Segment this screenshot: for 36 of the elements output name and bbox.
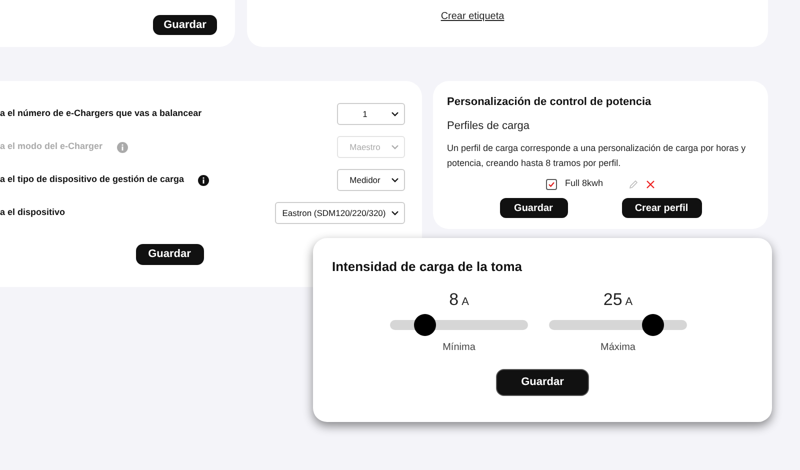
slider-label: Mínima bbox=[442, 341, 476, 355]
select-field[interactable]: Medidor bbox=[337, 169, 405, 191]
save-button[interactable]: Guardar bbox=[500, 198, 568, 218]
field-label: a el tipo de dispositivo de gestión de carga bbox=[0, 173, 184, 186]
chevron-down-icon bbox=[391, 177, 399, 183]
slider-value: 8 bbox=[449, 288, 459, 310]
chevron-down-icon bbox=[391, 111, 399, 117]
save-button[interactable]: Guardar bbox=[153, 15, 217, 35]
profile-name: Full 8kwh bbox=[565, 177, 604, 190]
checkbox[interactable] bbox=[546, 178, 557, 190]
create-profile-button[interactable]: Crear perfil bbox=[622, 198, 702, 218]
slider-label: Máxima bbox=[600, 341, 636, 355]
slider-thumb[interactable] bbox=[642, 314, 664, 336]
section-subtitle: Perfiles de carga bbox=[447, 118, 531, 134]
select-field: Maestro bbox=[337, 136, 405, 158]
info-icon[interactable] bbox=[198, 174, 210, 186]
slider-value: 25 bbox=[603, 288, 622, 310]
create-tag-link[interactable]: Crear etiqueta bbox=[440, 9, 504, 24]
field-label: a el número de e-Chargers que vas a balancear bbox=[0, 107, 202, 120]
save-button[interactable]: Guardar bbox=[136, 244, 204, 265]
save-button[interactable]: Guardar bbox=[496, 369, 589, 396]
select-field[interactable]: 1 bbox=[337, 103, 405, 125]
unit-label: A bbox=[625, 294, 633, 310]
card-title: Intensidad de carga de la toma bbox=[332, 258, 523, 276]
close-icon[interactable] bbox=[646, 180, 655, 188]
select-field[interactable]: Eastron (SDM120/220/320) bbox=[275, 202, 405, 224]
field-label: a el modo del e-Charger bbox=[0, 140, 103, 154]
slider[interactable] bbox=[390, 314, 528, 336]
chevron-down-icon bbox=[391, 144, 399, 150]
field-label: a el dispositivo bbox=[0, 206, 66, 220]
slider[interactable] bbox=[549, 314, 687, 336]
slider-thumb[interactable] bbox=[414, 314, 436, 336]
card-title: Personalización de control de potencia bbox=[447, 95, 652, 110]
unit-label: A bbox=[462, 294, 469, 310]
description-text: Un perfil de carga corresponde a una personalización de carga por horas y potencia, creando hasta 8 tramos por perfil. bbox=[447, 142, 747, 170]
chevron-down-icon bbox=[391, 210, 399, 216]
